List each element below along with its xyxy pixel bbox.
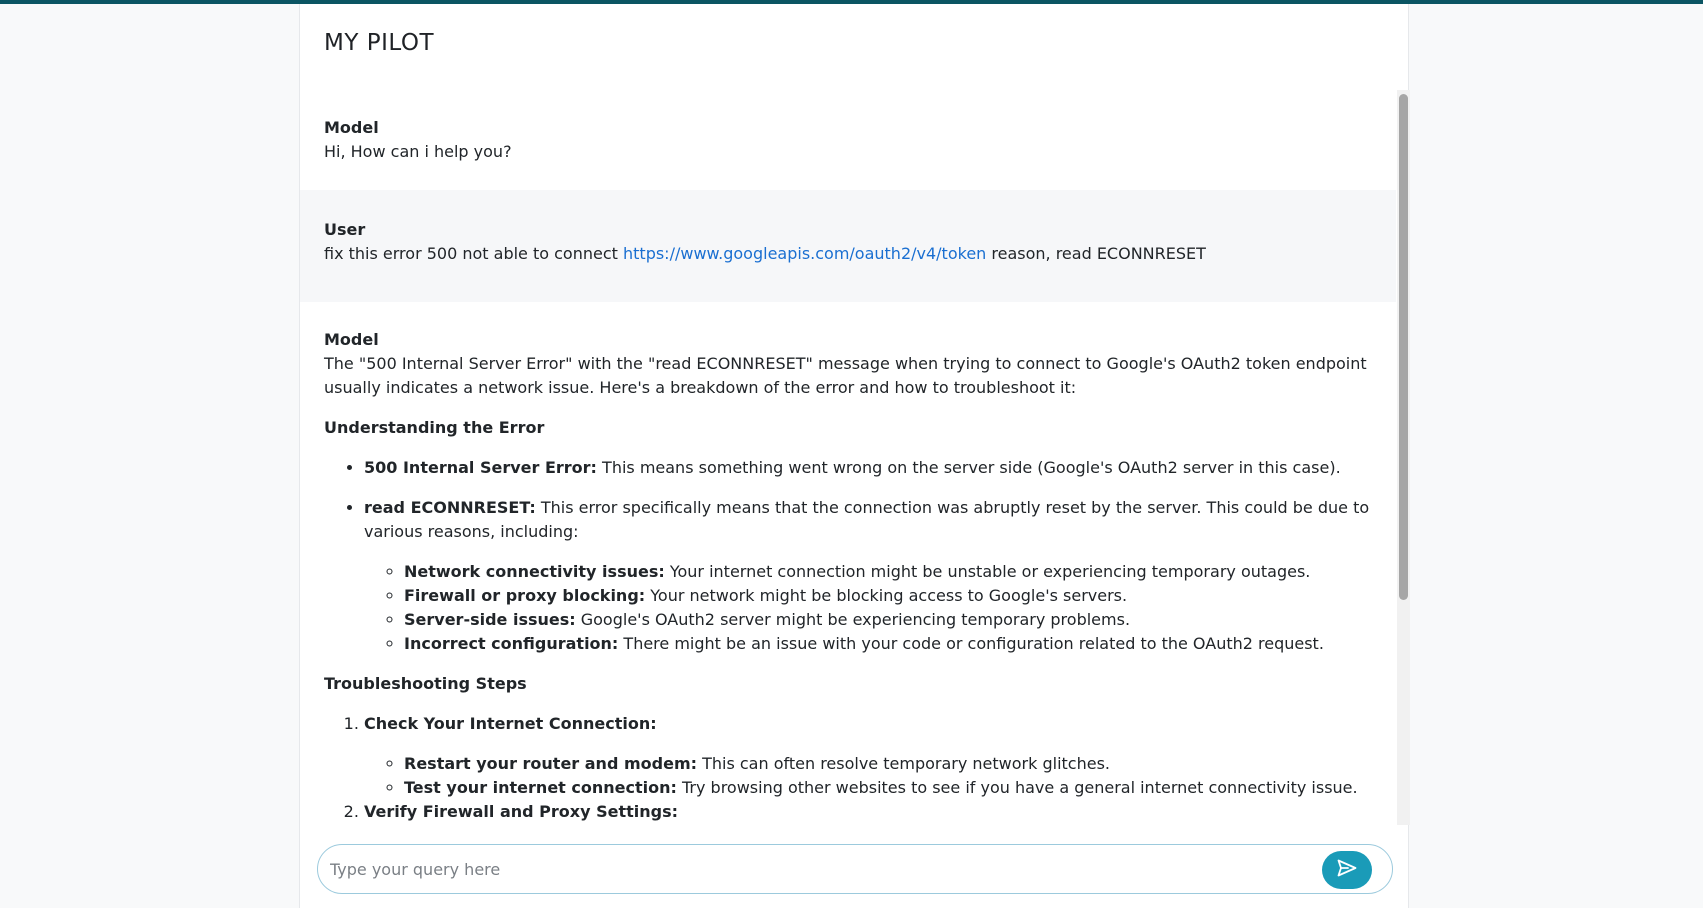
section-heading: Understanding the Error	[324, 418, 545, 437]
list-item: Restart your router and modem: This can …	[404, 752, 1372, 776]
list-item-text: Your internet connection might be unstab…	[664, 562, 1311, 581]
step-title: Verify Firewall and Proxy Settings:	[364, 802, 679, 821]
reasons-list: Network connectivity issues: Your intern…	[404, 560, 1372, 656]
message-role: User	[324, 220, 366, 239]
step-item: Verify Firewall and Proxy Settings:	[364, 800, 1372, 824]
chat-scrollbar[interactable]	[1397, 90, 1410, 825]
list-item: 500 Internal Server Error: This means so…	[364, 456, 1372, 480]
list-item-bold: Test your internet connection:	[404, 778, 677, 797]
section-heading: Troubleshooting Steps	[324, 674, 527, 693]
message-role: Model	[324, 330, 379, 349]
send-icon	[1337, 859, 1357, 881]
step-title: Check Your Internet Connection:	[364, 714, 657, 733]
message-text-after: reason, read ECONNRESET	[986, 244, 1206, 263]
list-item-bold: Server-side issues:	[404, 610, 576, 629]
list-item-text: This means something went wrong on the s…	[596, 458, 1341, 477]
list-item-bold: read ECONNRESET:	[364, 498, 536, 517]
list-item: Server-side issues: Google's OAuth2 serv…	[404, 608, 1372, 632]
list-item-bold: Network connectivity issues:	[404, 562, 665, 581]
response-intro: The "500 Internal Server Error" with the…	[324, 354, 1367, 397]
query-input[interactable]	[330, 855, 1320, 883]
list-item-bold: 500 Internal Server Error:	[364, 458, 597, 477]
step-item: Check Your Internet Connection: Restart …	[364, 712, 1372, 800]
chat-panel: MY PILOT Model Hi, How can i help you? U…	[299, 4, 1410, 908]
list-item-text: Your network might be blocking access to…	[645, 586, 1128, 605]
list-item-text: There might be an issue with your code o…	[618, 634, 1324, 653]
message-text: Hi, How can i help you?	[324, 142, 512, 161]
message-text-before: fix this error 500 not able to connect	[324, 244, 623, 263]
list-item: Test your internet connection: Try brows…	[404, 776, 1372, 800]
message-text: fix this error 500 not able to connect h…	[324, 242, 1372, 266]
list-item: Incorrect configuration: There might be …	[404, 632, 1372, 656]
page-title: MY PILOT	[324, 30, 435, 56]
message-model: Model Hi, How can i help you?	[300, 90, 1396, 190]
list-item: Firewall or proxy blocking: Your network…	[404, 584, 1372, 608]
list-item-text: Try browsing other websites to see if yo…	[676, 778, 1358, 797]
list-item-bold: Firewall or proxy blocking:	[404, 586, 646, 605]
list-item: read ECONNRESET: This error specifically…	[364, 496, 1372, 656]
list-item: Network connectivity issues: Your intern…	[404, 560, 1372, 584]
error-bullets: 500 Internal Server Error: This means so…	[364, 456, 1372, 656]
send-button[interactable]	[1322, 851, 1372, 889]
message-role: Model	[324, 118, 379, 137]
list-item-text: This can often resolve temporary network…	[697, 754, 1110, 773]
oauth-token-link[interactable]: https://www.googleapis.com/oauth2/v4/tok…	[623, 244, 986, 263]
step-sublist: Restart your router and modem: This can …	[404, 752, 1372, 800]
chat-history[interactable]: Model Hi, How can i help you? User fix t…	[300, 90, 1396, 824]
troubleshooting-steps: Check Your Internet Connection: Restart …	[364, 712, 1372, 824]
list-item-bold: Restart your router and modem:	[404, 754, 698, 773]
query-input-box	[317, 844, 1393, 894]
message-user: User fix this error 500 not able to conn…	[300, 190, 1396, 302]
scrollbar-thumb[interactable]	[1399, 94, 1408, 600]
list-item-bold: Incorrect configuration:	[404, 634, 619, 653]
message-model: Model The "500 Internal Server Error" wi…	[300, 302, 1396, 824]
list-item-text: Google's OAuth2 server might be experien…	[575, 610, 1131, 629]
